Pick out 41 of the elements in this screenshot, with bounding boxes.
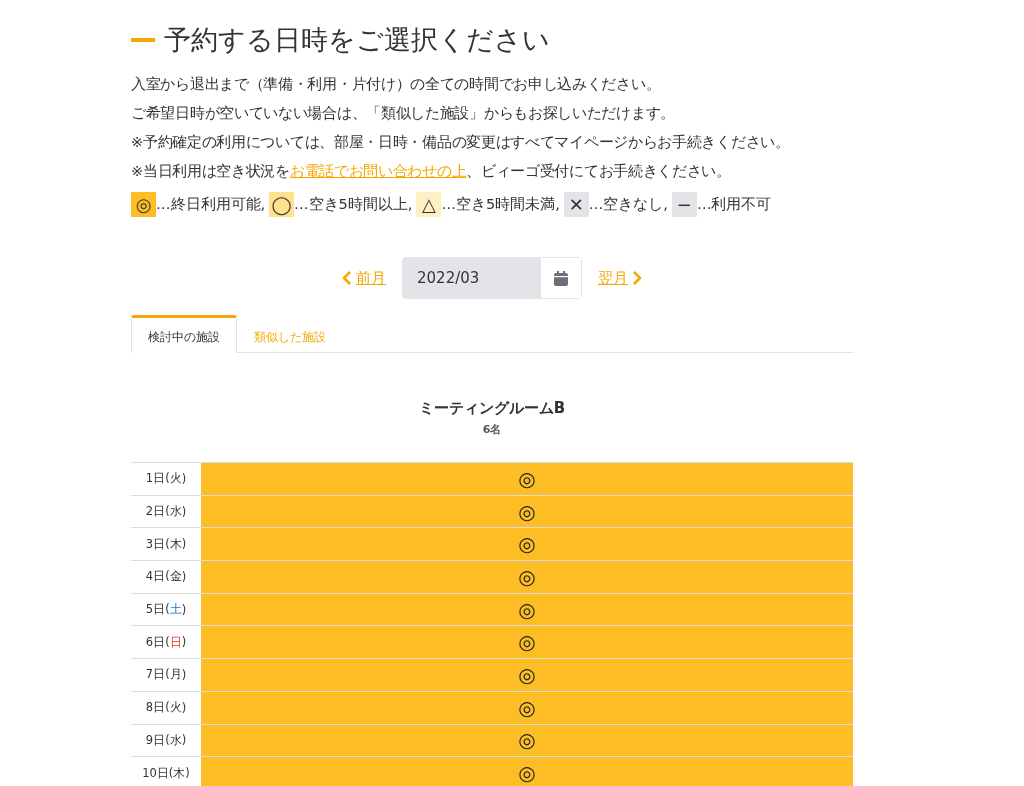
availability-cell[interactable]: ◎ <box>201 626 853 659</box>
date-cell-text: 2日(水) <box>144 503 188 521</box>
legend-symbol: ✕ <box>563 192 589 217</box>
date-cell-text: 4日(金) <box>144 568 188 586</box>
chevron-right-icon <box>632 271 642 285</box>
capacity-text: 6名 <box>481 422 503 437</box>
date-cell-text: 9日(水) <box>144 731 188 750</box>
tab[interactable]: 検討中の施設 <box>131 315 237 353</box>
availability-cell[interactable]: ◎ <box>201 724 853 757</box>
legend-label: …空き5時間以上, <box>294 195 413 214</box>
legend-label: …終日利用可能, <box>156 195 266 214</box>
availability-cell[interactable]: ◎ <box>201 757 853 786</box>
legend-symbol: ◯ <box>269 192 295 217</box>
note-text: 入室から退出まで（準備・利用・片付け）の全ての時間でお申し込みください。 <box>131 75 662 94</box>
chevron-left-icon <box>342 271 352 285</box>
legend-label: …空き5時間未満, <box>441 195 560 214</box>
availability-cell[interactable]: ◎ <box>201 659 853 691</box>
availability-cell[interactable]: ◎ <box>201 495 853 528</box>
note-text: ご希望日時が空いていない場合は、「類似した施設」からもお探しいただけます。 <box>131 104 676 123</box>
legend-symbol: ◎ <box>131 192 156 217</box>
date-cell-text: 10日(木) <box>141 764 191 783</box>
availability-cell[interactable]: ◎ <box>201 561 853 593</box>
page-heading: 予約する日時をご選択ください <box>164 23 550 57</box>
date-cell-text: 1日(火) <box>144 470 188 488</box>
legend-label: …空きなし, <box>588 195 668 214</box>
facility-name: ミーティングルームB <box>417 399 567 418</box>
legend-symbol: − <box>671 192 697 217</box>
date-cell-text: 3日(木) <box>144 535 188 554</box>
legend-symbol: △ <box>416 192 442 217</box>
note-text: ※予約確定の利用については、部屋・日時・備品の変更はすべてマイページからお手続きください。 <box>131 133 791 152</box>
availability-cell[interactable]: ◎ <box>201 593 853 626</box>
availability-cell[interactable]: ◎ <box>201 691 853 724</box>
date-cell-text: 8日(火) <box>144 699 188 717</box>
availability-cell[interactable]: ◎ <box>201 528 853 561</box>
note-text: ※当日利用は空き状況をお電話でお問い合わせの上、ビィーゴ受付にてお手続きください。 <box>131 162 732 181</box>
date-cell-text: 6日(日) <box>144 633 188 652</box>
legend-label: …利用不可 <box>696 195 772 214</box>
heading-bar <box>131 38 155 42</box>
date-cell-text: 7日(月) <box>144 666 188 684</box>
date-cell-text: 5日(土) <box>144 601 188 619</box>
availability-cell[interactable]: ◎ <box>201 463 853 495</box>
